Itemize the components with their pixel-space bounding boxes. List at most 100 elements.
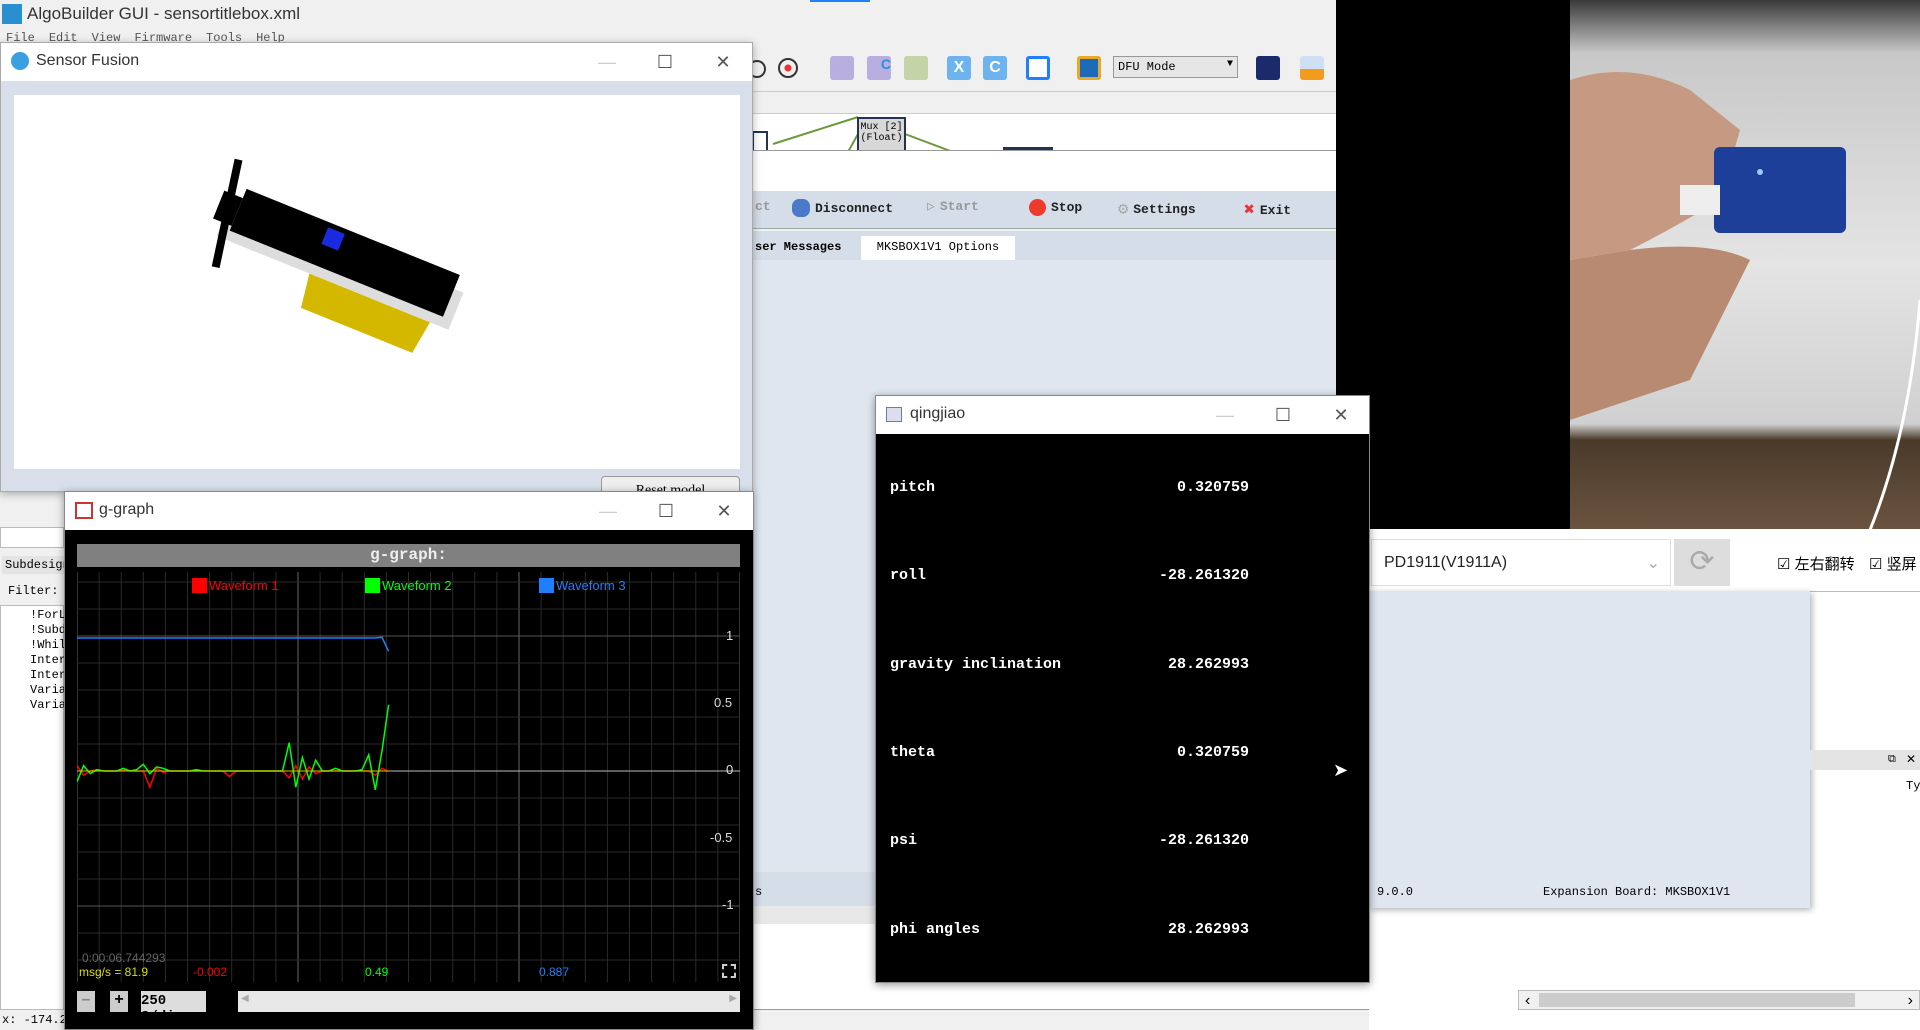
- maximize-button[interactable]: ☐: [636, 43, 694, 81]
- fullscreen-icon[interactable]: [722, 964, 736, 978]
- waveform-3-value: 0.887: [539, 965, 570, 979]
- db-c-icon[interactable]: C: [867, 56, 891, 80]
- scale-readout: 250 S/div: [141, 991, 206, 1025]
- zoom-in-button[interactable]: +: [110, 991, 128, 1012]
- scroll-left-icon[interactable]: ◀: [241, 993, 249, 1004]
- db-settings-icon[interactable]: [830, 56, 854, 80]
- sort-icon[interactable]: [1026, 56, 1050, 80]
- waveform-2-value: 0.49: [365, 965, 389, 979]
- scroll-thumb[interactable]: [1539, 993, 1855, 1007]
- filter-label: Filter:: [8, 584, 59, 598]
- row-label: gravity inclination: [890, 656, 1062, 673]
- 3d-view[interactable]: [14, 95, 740, 469]
- mux-block[interactable]: Mux [2] (Float): [857, 117, 906, 150]
- app-icon: [2, 4, 22, 24]
- scroll-right-icon[interactable]: ›: [1908, 992, 1913, 1010]
- device-select[interactable]: PD1911(V1911A) ⌄: [1371, 539, 1671, 586]
- close-button[interactable]: ✕: [1312, 396, 1370, 434]
- row-label: psi: [890, 832, 918, 849]
- minimize-button[interactable]: —: [579, 492, 637, 530]
- tab-indicator: [810, 0, 870, 2]
- start-button[interactable]: ▷ Start: [927, 199, 979, 214]
- console-row-theta: theta 0.320759: [890, 744, 1249, 761]
- minimize-button[interactable]: —: [578, 43, 636, 81]
- time-scrollbar[interactable]: ◀ ▶: [238, 991, 740, 1012]
- mode-select[interactable]: DFU Mode ▼: [1113, 56, 1238, 78]
- plug-icon: [792, 199, 810, 217]
- mouse-cursor-icon: ➤: [1333, 760, 1349, 780]
- timestamp: 0:00:06.744293: [82, 951, 166, 965]
- column-header-type[interactable]: Typ: [1906, 779, 1920, 793]
- row-label: pitch: [890, 479, 936, 496]
- close-icon: ✖: [1244, 201, 1255, 221]
- message-rate: msg/s = 81.9: [79, 965, 149, 979]
- stop-button[interactable]: Stop: [1029, 199, 1082, 216]
- sensor-fusion-window: Sensor Fusion — ☐ ✕ Reset model: [0, 42, 753, 506]
- legend-swatch: [539, 578, 554, 593]
- refresh-button[interactable]: ⟳: [1674, 539, 1730, 586]
- list-item[interactable]: Inter: [30, 668, 66, 682]
- connect-button[interactable]: ct: [755, 199, 771, 214]
- list-item[interactable]: Varia: [30, 698, 66, 712]
- tab-mksbox-options[interactable]: MKSBOX1V1 Options: [861, 236, 1015, 260]
- flip-checkbox[interactable]: ☑ 左右翻转: [1777, 553, 1855, 574]
- close-button[interactable]: ✕: [694, 43, 752, 81]
- dock-close-icon[interactable]: ✕: [1906, 752, 1916, 766]
- coordinate-readout: x: -174.2: [2, 1013, 67, 1027]
- legend-waveform-1: Waveform 1: [192, 578, 279, 593]
- window-title: Sensor Fusion: [36, 52, 140, 69]
- excel-file-icon[interactable]: X: [947, 56, 971, 80]
- diagram-canvas[interactable]: Mux [2] (Float): [753, 113, 1336, 151]
- maximize-button[interactable]: ☐: [1254, 396, 1312, 434]
- legend-waveform-3: Waveform 3: [539, 578, 626, 593]
- settings-button[interactable]: ⚙ Settings: [1118, 199, 1196, 220]
- tab-user-messages[interactable]: ser Messages: [755, 240, 841, 254]
- legend-label: Waveform 1: [209, 578, 279, 593]
- settings-label: Settings: [1133, 202, 1196, 217]
- close-button[interactable]: ✕: [695, 492, 753, 530]
- waveform-1-value: -0.002: [193, 965, 228, 979]
- c-file-icon[interactable]: C: [983, 56, 1007, 80]
- zoom-fit-icon[interactable]: [778, 58, 798, 78]
- list-item[interactable]: !ForL: [30, 608, 66, 622]
- cloud-grid-icon[interactable]: [1300, 56, 1324, 80]
- portrait-checkbox[interactable]: ☑ 竖屏: [1869, 553, 1917, 574]
- sidebar-input[interactable]: [0, 527, 64, 548]
- stop-label: Stop: [1051, 200, 1083, 215]
- console-row-gravity: gravity inclination 28.262993: [890, 656, 1249, 673]
- row-label: theta: [890, 744, 936, 761]
- portrait-label: 竖屏: [1886, 556, 1917, 573]
- 3d-board-model: [211, 158, 464, 353]
- list-item[interactable]: Inter: [30, 653, 66, 667]
- maximize-button[interactable]: ☐: [637, 492, 695, 530]
- legend-waveform-2: Waveform 2: [365, 578, 452, 593]
- zoom-out-button[interactable]: –: [77, 991, 95, 1012]
- console-row-roll: roll -28.261320: [890, 567, 1249, 584]
- disconnect-button[interactable]: Disconnect: [792, 199, 893, 217]
- horizontal-scrollbar[interactable]: ‹ ›: [1518, 990, 1920, 1010]
- list-item[interactable]: !Subd: [30, 623, 66, 637]
- diagram-wires: [753, 116, 1053, 150]
- row-label: phi angles: [890, 921, 981, 938]
- stop-icon: [1029, 199, 1046, 216]
- checkbox-checked-icon: ☑: [1869, 556, 1883, 573]
- window-title: AlgoBuilder GUI - sensortitlebox.xml: [27, 4, 301, 23]
- scroll-right-icon[interactable]: ▶: [729, 993, 737, 1004]
- disconnect-label: Disconnect: [815, 200, 894, 216]
- console-row-pitch: pitch 0.320759: [890, 479, 1249, 496]
- title-bar: Sensor Fusion — ☐ ✕: [1, 43, 752, 81]
- row-value: 28.262993: [1167, 656, 1249, 673]
- db-check-icon[interactable]: [904, 56, 928, 80]
- firmware-download-icon[interactable]: [1077, 56, 1101, 80]
- list-item[interactable]: Varia: [30, 683, 66, 697]
- row-value: 28.262993: [1167, 921, 1249, 938]
- sidebar-tab-subdesign[interactable]: Subdesign: [2, 556, 73, 574]
- scroll-left-icon[interactable]: ‹: [1525, 992, 1530, 1010]
- start-label: Start: [939, 199, 979, 214]
- board-icon[interactable]: [1256, 56, 1280, 80]
- legend-label: Waveform 3: [556, 578, 626, 593]
- list-item[interactable]: !Whil: [30, 638, 66, 652]
- exit-label: Exit: [1259, 202, 1292, 218]
- exit-button[interactable]: ✖ Exit: [1244, 199, 1291, 221]
- minimize-button[interactable]: —: [1196, 396, 1254, 434]
